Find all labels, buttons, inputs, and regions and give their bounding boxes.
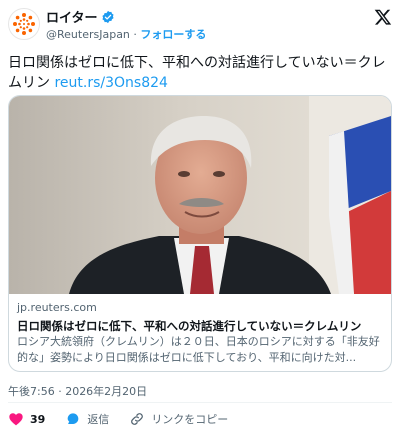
card-domain: jp.reuters.com [17,301,97,314]
handle-row: @ReutersJapan · フォローする [46,26,206,42]
action-bar: 39 返信 リンクをコピー [8,410,248,428]
like-button[interactable]: 39 [8,411,45,427]
tweet-text: 日ロ関係はゼロに低下、平和への対話進行していない＝クレムリン reut.rs/3… [8,53,393,93]
article-photo[interactable] [9,96,391,294]
like-count: 39 [30,412,46,426]
follow-button[interactable]: フォローする [140,28,206,41]
heart-icon [9,413,23,426]
separator: · [129,28,141,41]
divider [8,402,392,403]
copy-link-label: リンクをコピー [151,413,229,426]
reuters-logo-avatar[interactable] [8,8,40,40]
link-icon [131,413,144,425]
reply-label: 返信 [87,413,110,426]
tweet-link[interactable]: reut.rs/3Ons824 [54,75,167,91]
verified-badge-icon [102,10,115,23]
copy-link-button[interactable]: リンクをコピー [129,411,228,427]
x-logo-icon[interactable] [374,8,392,26]
reply-button[interactable]: 返信 [65,411,109,427]
link-preview-card[interactable]: jp.reuters.com 日ロ関係はゼロに低下、平和への対話進行していない＝… [8,95,392,372]
card-description: ロシア大統領府（クレムリン）は２０日、日本のロシアに対する「非友好的な」姿勢によ… [17,335,380,364]
reuters-logo-icon [13,13,35,35]
tweet-embed: ロイター @ReutersJapan · フォローする 日ロ関係はゼロに低下、平… [0,0,400,430]
account-name-row: ロイター [46,7,115,26]
account-handle[interactable]: @ReutersJapan [46,28,130,41]
reply-icon [67,413,79,424]
card-title: 日ロ関係はゼロに低下、平和への対話進行していない＝クレムリン [17,319,362,333]
account-name[interactable]: ロイター [46,7,97,26]
tweet-timestamp[interactable]: 午後7:56 · 2026年2月20日 [8,383,147,399]
